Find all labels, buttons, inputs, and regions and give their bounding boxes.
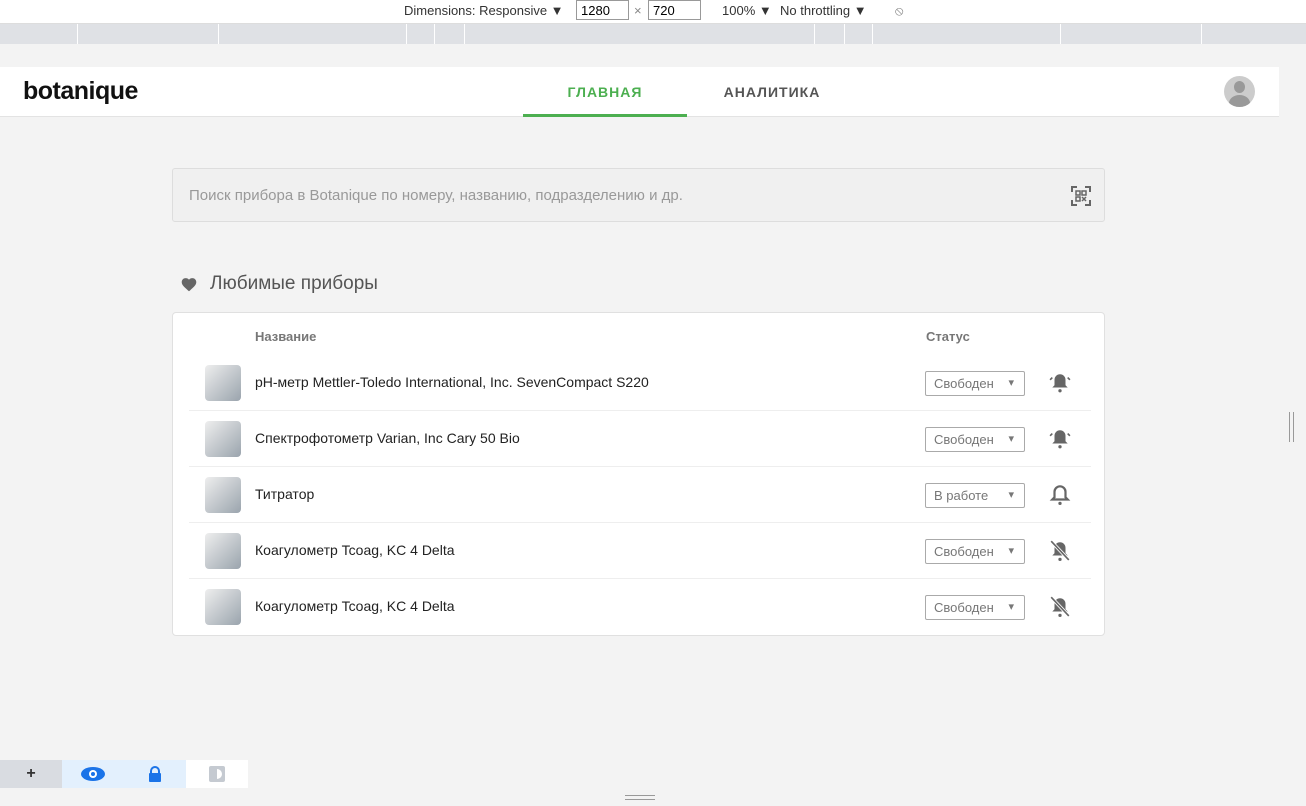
table-row[interactable]: pH-метр Mettler-Toledo International, In… <box>189 355 1091 411</box>
favorites-heading: Любимые приборы <box>180 273 378 295</box>
tab-home[interactable]: ГЛАВНАЯ <box>523 67 687 117</box>
status-select[interactable]: Свободен <box>925 427 1025 452</box>
qr-scan-icon[interactable] <box>1071 186 1091 206</box>
devtools-toolbar: Dimensions: Responsive ▼ × 100% ▼ No thr… <box>0 0 1306 24</box>
media-query-bar[interactable] <box>0 24 1306 44</box>
throttling-dropdown[interactable]: No throttling ▼ <box>780 3 867 18</box>
device-name[interactable]: Коагулометр Tcoag, KC 4 Delta <box>255 542 455 558</box>
table-row[interactable]: Титратор В работе <box>189 467 1091 523</box>
app-header: botanique ГЛАВНАЯ АНАЛИТИКА <box>0 67 1279 117</box>
contrast-icon[interactable] <box>186 760 248 788</box>
column-header-status: Статус <box>926 329 970 344</box>
device-thumbnail <box>205 477 241 513</box>
times-sign: × <box>634 3 642 18</box>
bell-ringing-icon[interactable] <box>1049 427 1071 449</box>
search-box <box>172 168 1105 222</box>
device-thumbnail <box>205 533 241 569</box>
bell-off-icon[interactable] <box>1049 539 1071 561</box>
column-header-name: Название <box>255 329 317 344</box>
device-thumbnail <box>205 589 241 625</box>
device-name[interactable]: Коагулометр Tcoag, KC 4 Delta <box>255 598 455 614</box>
bell-ringing-icon[interactable] <box>1049 371 1071 393</box>
rotate-icon[interactable]: ⦸ <box>895 3 903 19</box>
dimensions-dropdown[interactable]: Dimensions: Responsive ▼ <box>404 3 564 18</box>
device-name[interactable]: pH-метр Mettler-Toledo International, In… <box>255 374 649 390</box>
avatar[interactable] <box>1224 76 1255 107</box>
lock-icon[interactable] <box>124 760 186 788</box>
resize-handle-right[interactable] <box>1289 412 1294 442</box>
zoom-dropdown[interactable]: 100% ▼ <box>722 3 772 18</box>
add-icon[interactable]: + <box>0 760 62 788</box>
width-input[interactable] <box>576 0 629 20</box>
height-input[interactable] <box>648 0 701 20</box>
status-select[interactable]: В работе <box>925 483 1025 508</box>
device-thumbnail <box>205 365 241 401</box>
status-select[interactable]: Свободен <box>925 371 1025 396</box>
favorites-title: Любимые приборы <box>210 273 378 294</box>
heart-icon <box>181 278 197 292</box>
app-page: botanique ГЛАВНАЯ АНАЛИТИКА Любимые приб… <box>0 67 1279 760</box>
status-select[interactable]: Свободен <box>925 595 1025 620</box>
device-name[interactable]: Титратор <box>255 486 314 502</box>
bell-outline-icon[interactable] <box>1049 483 1071 505</box>
table-row[interactable]: Коагулометр Tcoag, KC 4 Delta Свободен <box>189 579 1091 635</box>
status-select[interactable]: Свободен <box>925 539 1025 564</box>
tab-analytics[interactable]: АНАЛИТИКА <box>690 67 854 117</box>
search-input[interactable] <box>173 169 1053 221</box>
devtools-bottom-bar: + <box>0 760 248 788</box>
table-row[interactable]: Коагулометр Tcoag, KC 4 Delta Свободен <box>189 523 1091 579</box>
resize-handle-bottom[interactable] <box>625 795 655 800</box>
favorites-table: Название Статус pH-метр Mettler-Toledo I… <box>172 312 1105 636</box>
logo[interactable]: botanique <box>23 77 138 106</box>
device-name[interactable]: Спектрофотометр Varian, Inc Cary 50 Bio <box>255 430 520 446</box>
resize-handle-area <box>1279 67 1306 806</box>
eye-icon[interactable] <box>62 760 124 788</box>
device-thumbnail <box>205 421 241 457</box>
bell-off-icon[interactable] <box>1049 595 1071 617</box>
table-row[interactable]: Спектрофотометр Varian, Inc Cary 50 Bio … <box>189 411 1091 467</box>
